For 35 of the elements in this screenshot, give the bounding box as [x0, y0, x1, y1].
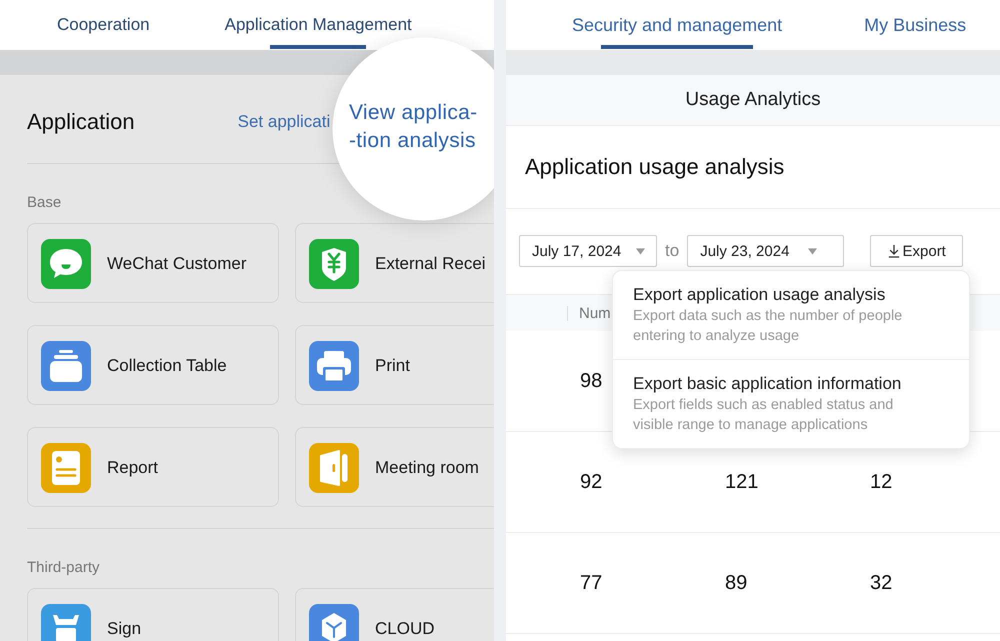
- app-card[interactable]: Meeting room: [295, 427, 494, 507]
- tab[interactable]: My Business: [864, 0, 966, 50]
- app-card[interactable]: Report: [27, 427, 279, 507]
- app-card[interactable]: Print: [295, 325, 494, 405]
- app-card[interactable]: CLOUD: [295, 588, 494, 641]
- tab[interactable]: Security and management: [572, 0, 782, 50]
- export-button[interactable]: Export: [870, 235, 964, 267]
- column-header: Num: [579, 304, 611, 322]
- download-icon: [888, 244, 900, 258]
- date-picker[interactable]: July 17, 2024: [519, 235, 657, 267]
- menu-item[interactable]: Export basic application information Export fields such as enabled status and visible range to manage applications: [613, 359, 969, 448]
- caret-icon: [636, 248, 645, 254]
- section-heading: Application usage analysis: [525, 154, 784, 180]
- table-cell: 77: [580, 572, 602, 594]
- table-cell: 32: [870, 572, 892, 594]
- group-label: Third-party: [27, 558, 100, 578]
- table-cell: 121: [725, 470, 758, 494]
- settings-link[interactable]: Set applicati: [238, 112, 330, 132]
- table-cell: 92: [580, 470, 602, 494]
- table-cell: 98: [580, 370, 602, 392]
- date-picker[interactable]: July 23, 2024: [687, 235, 844, 267]
- menu-item[interactable]: Export application usage analysis Export data such as the number of people entering to analyze usage: [613, 271, 969, 359]
- tab[interactable]: Cooperation: [57, 0, 150, 50]
- table-cell: 12: [870, 470, 892, 494]
- tab[interactable]: Application Management: [224, 0, 412, 50]
- app-card[interactable]: External Recei: [295, 223, 494, 303]
- page-title: Usage Analytics: [685, 89, 821, 111]
- section-title: Application: [27, 109, 135, 135]
- app-card[interactable]: Sign: [27, 588, 279, 641]
- group-label: Base: [27, 193, 62, 213]
- range-separator: to: [665, 241, 680, 261]
- app-card[interactable]: WeChat Customer: [27, 223, 279, 303]
- table-cell: 89: [725, 572, 748, 594]
- caret-icon: [808, 248, 818, 254]
- app-card[interactable]: Collection Table: [27, 325, 279, 405]
